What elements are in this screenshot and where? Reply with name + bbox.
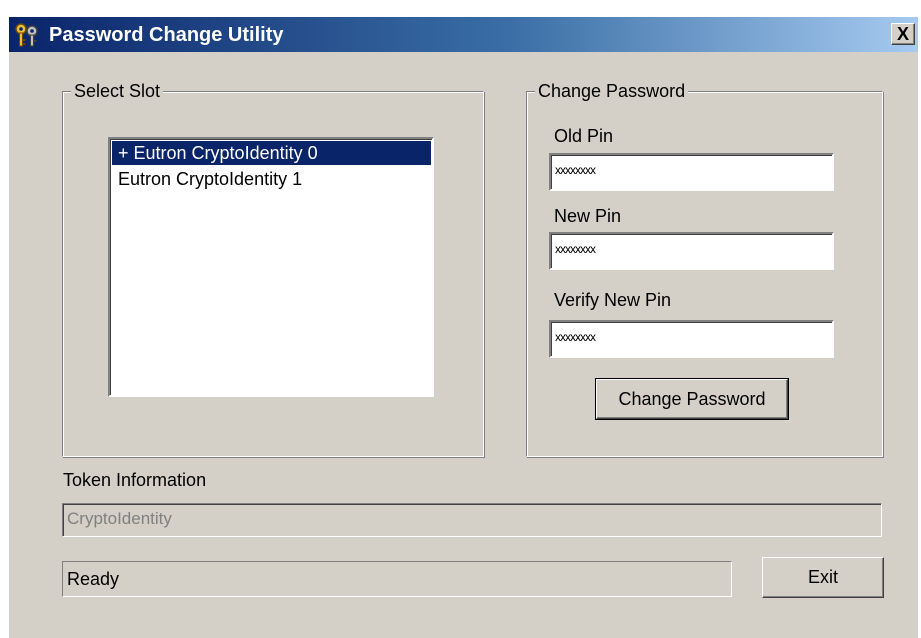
slot-list-item-0[interactable]: + Eutron CryptoIdentity 0 (112, 141, 431, 165)
verify-pin-field[interactable]: xxxxxxxx (549, 320, 834, 358)
title-bar[interactable]: Password Change Utility X (9, 17, 918, 52)
window-title: Password Change Utility (49, 24, 284, 46)
slot-list-item-1[interactable]: Eutron CryptoIdentity 1 (112, 167, 431, 191)
change-password-legend: Change Password (535, 80, 689, 102)
select-slot-legend: Select Slot (71, 80, 164, 102)
token-info-label: Token Information (63, 470, 207, 490)
change-password-button[interactable]: Change Password (595, 378, 789, 420)
status-bar: Ready (62, 561, 732, 597)
token-info-field: CryptoIdentity (62, 503, 882, 537)
old-pin-label: Old Pin (554, 126, 614, 146)
slot-listbox[interactable]: + Eutron CryptoIdentity 0 Eutron CryptoI… (108, 137, 434, 397)
keys-icon (13, 22, 41, 48)
close-icon: X (896, 24, 909, 44)
old-pin-field[interactable]: xxxxxxxx (549, 153, 834, 191)
exit-button[interactable]: Exit (762, 557, 884, 598)
new-pin-field[interactable]: xxxxxxxx (549, 232, 834, 270)
new-pin-label: New Pin (554, 206, 622, 226)
verify-pin-label: Verify New Pin (554, 290, 672, 310)
close-button[interactable]: X (891, 23, 915, 45)
password-change-window: Password Change Utility X Select Slot + … (8, 16, 918, 638)
